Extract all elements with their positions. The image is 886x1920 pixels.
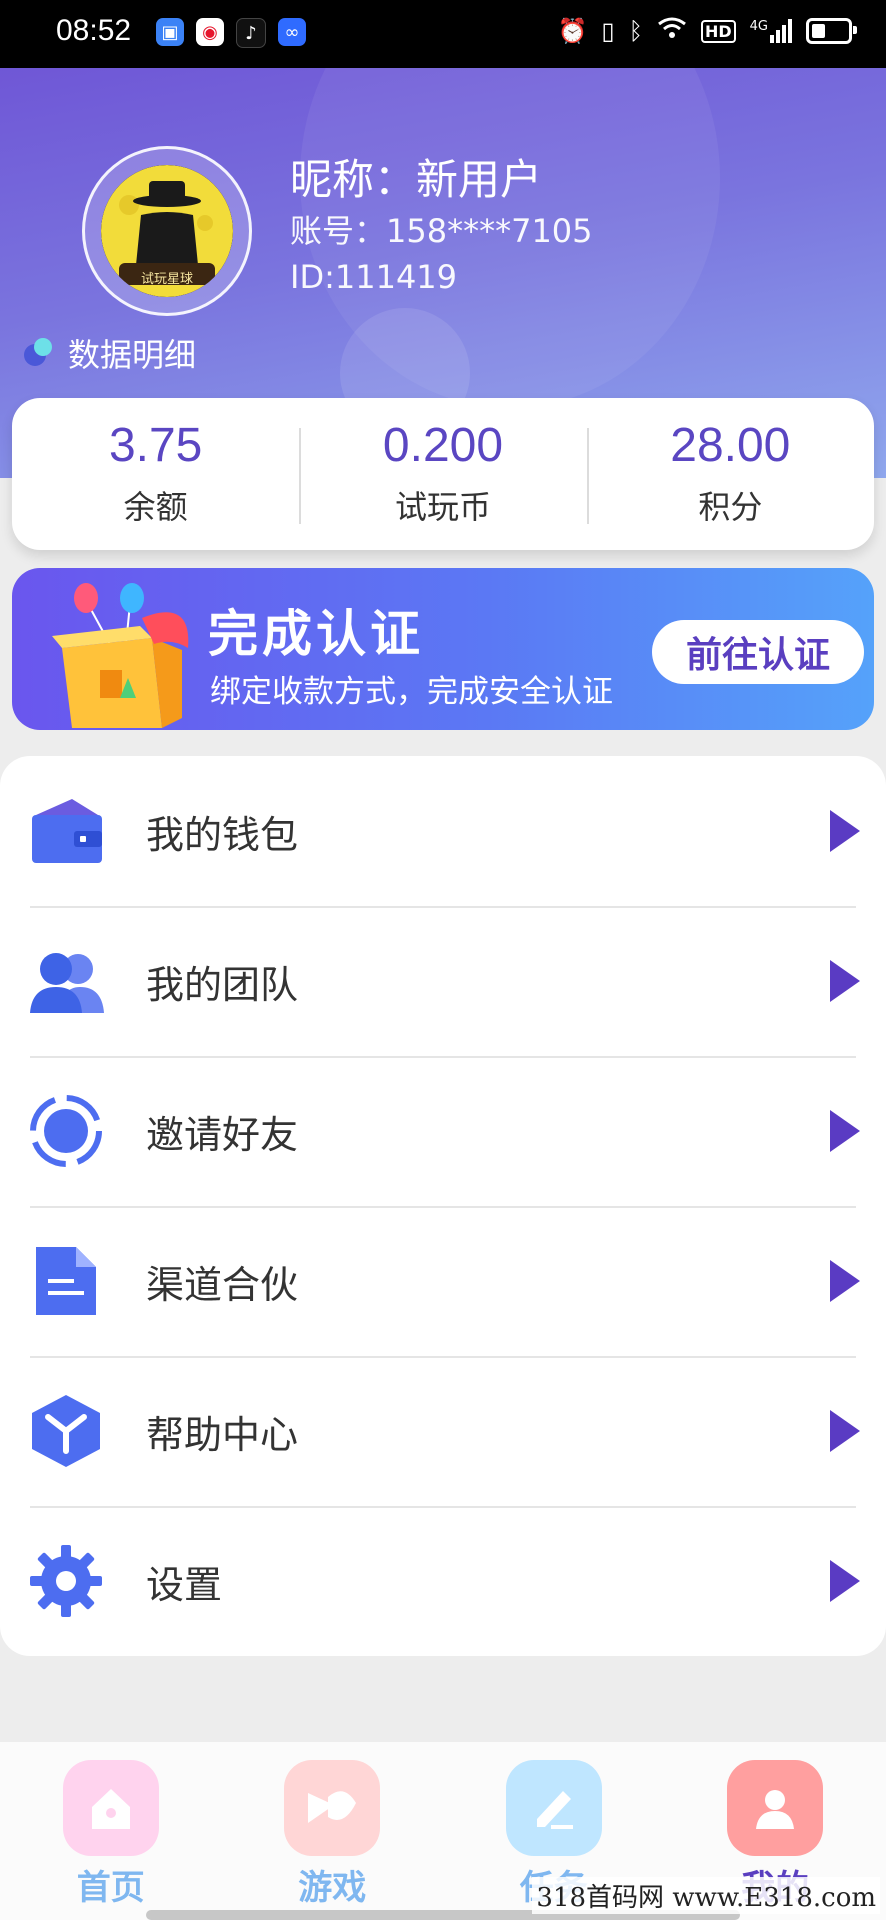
document-icon [36, 1247, 96, 1315]
infinity-app-icon: ∞ [278, 18, 306, 46]
settings-icon [30, 1545, 102, 1617]
chevron-right-icon [830, 1110, 860, 1152]
home-icon [62, 1760, 159, 1856]
vibrate-icon: ▯ [601, 17, 615, 45]
status-time: 08:52 [56, 14, 132, 47]
stat-value: 3.75 [108, 418, 203, 472]
stat-value: 28.00 [670, 418, 791, 472]
stat-label: 余额 [123, 488, 188, 527]
nav-label: 游戏 [298, 1868, 367, 1908]
bluetooth-icon: ᛒ [628, 17, 643, 45]
banner-title: 完成认证 [208, 605, 424, 663]
menu-item-invite[interactable]: 邀请好友 [0, 1056, 886, 1206]
gift-box-icon [52, 583, 189, 728]
battery-icon [806, 18, 857, 44]
wifi-icon [657, 16, 687, 46]
status-bar: 08:52 ▣ ◉ ♪ ∞ ⏰ ▯ ᛒ HD 4G [0, 0, 886, 68]
profile-icon [727, 1760, 824, 1856]
hd-badge: HD [700, 19, 736, 43]
menu-label: 邀请好友 [146, 1112, 299, 1157]
game-icon [284, 1760, 381, 1856]
nav-game[interactable]: 游戏 [222, 1742, 444, 1920]
watermark: 318首码网 www.E318.com [532, 1877, 880, 1914]
chevron-right-icon [830, 1410, 860, 1452]
task-icon [505, 1760, 602, 1856]
chevron-right-icon [830, 1560, 860, 1602]
menu-label: 我的团队 [146, 962, 299, 1007]
menu-item-settings[interactable]: 设置 [0, 1506, 886, 1656]
data-detail-label: 数据明细 [68, 336, 197, 374]
chevron-right-icon [830, 960, 860, 1002]
nav-home[interactable]: 首页 [0, 1742, 222, 1920]
data-detail-link[interactable]: 数据明细 [24, 330, 196, 376]
help-icon [32, 1395, 100, 1467]
go-verify-button[interactable]: 前往认证 [652, 620, 864, 684]
data-dots-icon [24, 338, 54, 368]
nav-label: 首页 [76, 1868, 145, 1908]
menu-label: 我的钱包 [146, 812, 299, 857]
stat-label: 积分 [698, 488, 763, 527]
menu-label: 渠道合伙 [146, 1262, 299, 1307]
invite-icon [30, 1095, 102, 1167]
user-account: 账号：158****7105 [290, 212, 593, 250]
chevron-right-icon [830, 1260, 860, 1302]
team-icon [30, 953, 104, 1013]
menu-label: 设置 [146, 1562, 223, 1607]
status-indicators: ⏰ ▯ ᛒ HD 4G [557, 16, 857, 46]
alarm-icon: ⏰ [557, 17, 588, 45]
stat-points[interactable]: 28.00 积分 [586, 398, 874, 550]
chevron-right-icon [830, 810, 860, 852]
banner-subtitle: 绑定收款方式，完成安全认证 [210, 674, 613, 710]
menu-list: 我的钱包 我的团队 邀请好友 渠道合伙 帮助中心 设置 [0, 756, 886, 1656]
tiktok-icon: ♪ [236, 18, 266, 48]
menu-label: 帮助中心 [146, 1412, 299, 1457]
stat-trial-coins[interactable]: 0.200 试玩币 [299, 398, 586, 550]
avatar-image: 试玩星球 [101, 165, 233, 297]
menu-item-help-center[interactable]: 帮助中心 [0, 1356, 886, 1506]
status-app-icons: ▣ ◉ ♪ ∞ [156, 18, 306, 48]
stat-balance[interactable]: 3.75 余额 [12, 398, 299, 550]
user-id: ID:111419 [290, 258, 458, 296]
stat-value: 0.200 [382, 418, 504, 472]
weibo-icon: ◉ [196, 18, 224, 46]
menu-item-channel-partner[interactable]: 渠道合伙 [0, 1206, 886, 1356]
avatar[interactable]: 试玩星球 [82, 146, 252, 316]
network-type: 4G [749, 19, 768, 34]
wallet-icon [32, 799, 102, 863]
signal-icon: 4G [750, 19, 792, 43]
verification-banner[interactable]: 完成认证 绑定收款方式，完成安全认证 前往认证 [12, 568, 874, 730]
square-app-icon: ▣ [156, 18, 184, 46]
user-nickname: 昵称：新用户 [290, 155, 543, 204]
avatar-caption: 试玩星球 [140, 272, 193, 287]
menu-item-wallet[interactable]: 我的钱包 [0, 756, 886, 906]
menu-item-team[interactable]: 我的团队 [0, 906, 886, 1056]
stats-card: 3.75 余额 0.200 试玩币 28.00 积分 [12, 398, 874, 550]
stat-label: 试玩币 [394, 488, 491, 527]
